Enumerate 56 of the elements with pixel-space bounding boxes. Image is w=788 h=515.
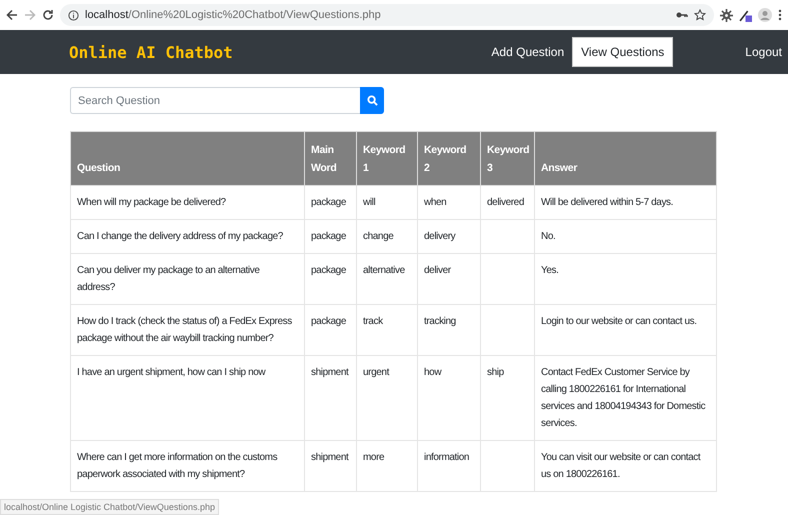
key-icon[interactable] bbox=[676, 10, 688, 20]
table-cell: delivered bbox=[487, 197, 524, 208]
table-cell: when bbox=[424, 197, 446, 208]
column-header: Main Word bbox=[304, 132, 356, 186]
table-cell: Yes. bbox=[541, 265, 558, 276]
address-bar[interactable]: localhost/Online%20Logistic%20Chatbot/ViewQuestions.php bbox=[60, 4, 714, 26]
table-cell: Can you deliver my package to an alternative address? bbox=[77, 265, 260, 293]
search-button[interactable] bbox=[360, 87, 384, 114]
table-cell: delivery bbox=[424, 231, 456, 242]
table-cell: package bbox=[311, 265, 346, 276]
avatar-icon[interactable] bbox=[758, 8, 772, 22]
table-cell: change bbox=[363, 231, 394, 242]
table-cell: You can visit our website or can contact us on 1800226161. bbox=[541, 452, 700, 480]
gear-icon[interactable] bbox=[720, 8, 733, 22]
table-cell: tracking bbox=[424, 316, 456, 327]
table-cell: I have an urgent shipment, how can I ship now bbox=[77, 367, 266, 378]
table-cell: shipment bbox=[311, 367, 348, 378]
table-cell: track bbox=[363, 316, 383, 327]
brand-title[interactable]: Online AI Chatbot bbox=[69, 42, 233, 62]
table-cell: Will be delivered within 5-7 days. bbox=[541, 197, 674, 208]
nav-link[interactable]: Add Question bbox=[483, 37, 572, 67]
table-cell: Where can I get more information on the customs paperwork associated with my shipment? bbox=[77, 452, 278, 480]
column-header: Keyword 1 bbox=[356, 132, 418, 186]
table-cell: package bbox=[311, 197, 346, 208]
table-cell: package bbox=[311, 231, 346, 242]
table-cell: Can I change the delivery address of my package? bbox=[77, 231, 283, 242]
search-field[interactable]: Search Question bbox=[70, 87, 360, 114]
table-cell: will bbox=[363, 197, 376, 208]
search-icon bbox=[366, 95, 378, 106]
table-cell: urgent bbox=[363, 367, 389, 378]
table-cell: deliver bbox=[424, 265, 451, 276]
column-header: Question bbox=[70, 132, 304, 186]
table-cell: Contact FedEx Customer Service by calling 1800226161 for International services and 18004194343 for Domestic services. bbox=[541, 367, 706, 429]
back-icon[interactable] bbox=[6, 9, 18, 21]
menu-icon[interactable] bbox=[778, 9, 782, 21]
info-icon bbox=[68, 10, 79, 20]
status-bar-url: localhost/Online Logistic Chatbot/ViewQuestions.php bbox=[0, 499, 219, 515]
logout-link[interactable]: Logout bbox=[745, 45, 782, 59]
table-cell: information bbox=[424, 452, 470, 463]
reload-icon[interactable] bbox=[42, 9, 54, 21]
table-cell: alternative bbox=[363, 265, 405, 276]
column-header: Keyword 2 bbox=[418, 132, 480, 186]
column-header: Keyword 3 bbox=[480, 132, 534, 186]
table-cell: shipment bbox=[311, 452, 348, 463]
nav-link[interactable]: View Questions bbox=[572, 37, 674, 67]
column-header: Answer bbox=[534, 132, 716, 186]
table-cell: more bbox=[363, 452, 384, 463]
star-icon[interactable] bbox=[694, 9, 706, 21]
table-cell: how bbox=[424, 367, 442, 378]
table-cell: When will my package be delivered? bbox=[77, 197, 226, 208]
table-cell: Login to our website or can contact us. bbox=[541, 316, 697, 327]
table-cell: How do I track (check the status of) a FedEx Express package without the air waybill tracking number? bbox=[77, 316, 292, 344]
table-cell: package bbox=[311, 316, 346, 327]
table-cell: ship bbox=[487, 367, 504, 378]
extension-icon[interactable] bbox=[739, 8, 752, 22]
table-cell: No. bbox=[541, 231, 556, 242]
